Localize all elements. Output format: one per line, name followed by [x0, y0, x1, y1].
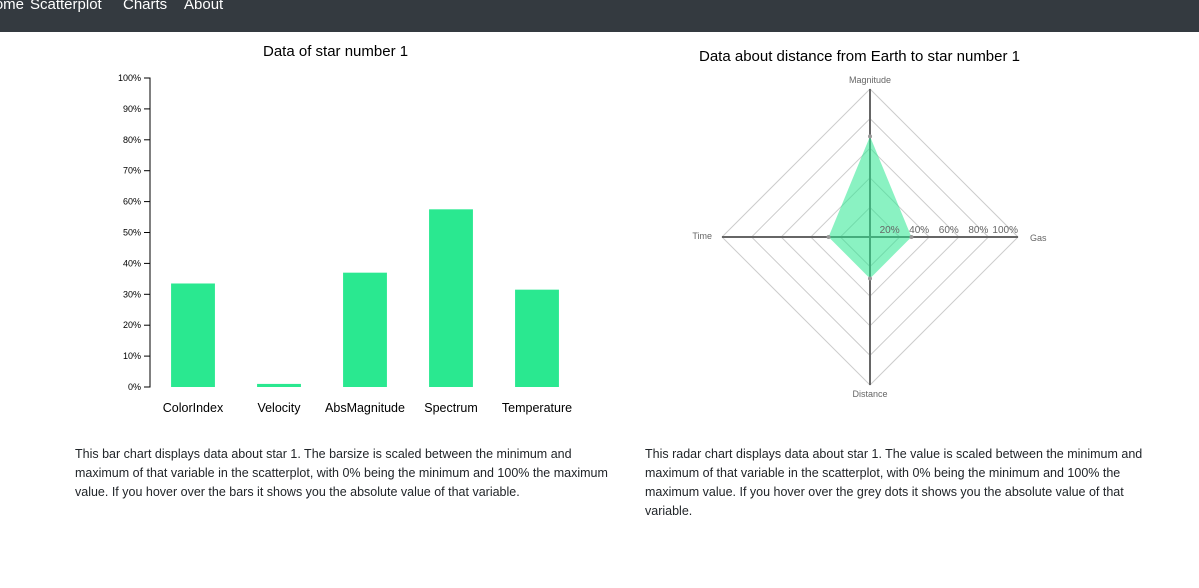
radar-point-magnitude[interactable] — [868, 134, 872, 139]
radar-value-area — [828, 136, 912, 279]
y-tick-label: 60% — [123, 197, 141, 207]
y-tick-label: 30% — [123, 289, 141, 299]
y-tick-label: 0% — [128, 382, 141, 392]
radar-chart-title: Data about distance from Earth to star n… — [699, 48, 1020, 65]
radar-ring-label: 40% — [909, 225, 929, 236]
y-tick-label: 80% — [123, 135, 141, 145]
y-tick-label: 40% — [123, 258, 141, 268]
radar-axis-label-gas: Gas — [1030, 233, 1047, 243]
x-category-label: Velocity — [257, 401, 301, 415]
bar-absmagnitude[interactable] — [343, 272, 387, 387]
radar-chart: 20% 40% 60% 80% 100% Magnitude Gas Distance Time — [692, 75, 1047, 399]
bar-colorindex[interactable] — [171, 283, 215, 387]
bar-chart: 0% 10% 20% 30% 40% 50% 60% 70% 80% 90% 100% ColorIn… — [118, 73, 572, 415]
y-tick-label: 50% — [123, 228, 141, 238]
bar-chart-description: This bar chart displays data about star … — [75, 447, 608, 499]
radar-axis-label-distance: Distance — [852, 389, 887, 399]
bar-temperature[interactable] — [515, 289, 559, 387]
nav-item-about[interactable]: About — [184, 0, 223, 13]
y-tick-label: 100% — [118, 73, 141, 83]
radar-ring-label: 20% — [880, 225, 900, 236]
radar-point-distance[interactable] — [868, 276, 872, 281]
radar-chart-description: This radar chart displays data about sta… — [645, 447, 1143, 518]
nav-item-charts[interactable]: Charts — [123, 0, 167, 13]
y-tick-label: 20% — [123, 320, 141, 330]
x-category-label: AbsMagnitude — [325, 401, 405, 415]
x-category-label: ColorIndex — [163, 401, 224, 415]
radar-ring-label: 80% — [968, 225, 988, 236]
bar-chart-title: Data of star number 1 — [263, 43, 409, 60]
radar-ring-label: 100% — [992, 225, 1018, 236]
radar-axis-label-magnitude: Magnitude — [849, 75, 891, 85]
radar-ring-label: 60% — [939, 225, 959, 236]
x-category-label: Temperature — [502, 401, 572, 415]
y-tick-label: 70% — [123, 166, 141, 176]
radar-point-time[interactable] — [826, 235, 831, 239]
nav-item-scatterplot[interactable]: Scatterplot — [30, 0, 102, 13]
x-category-label: Spectrum — [424, 401, 478, 415]
y-tick-label: 10% — [123, 351, 141, 361]
bar-velocity[interactable] — [257, 383, 301, 387]
nav-item-home[interactable]: Home — [0, 0, 24, 13]
y-tick-label: 90% — [123, 104, 141, 114]
navbar: Home Scatterplot Charts About — [0, 0, 1199, 32]
radar-axis-label-time: Time — [692, 231, 712, 241]
bar-spectrum[interactable] — [429, 209, 473, 387]
